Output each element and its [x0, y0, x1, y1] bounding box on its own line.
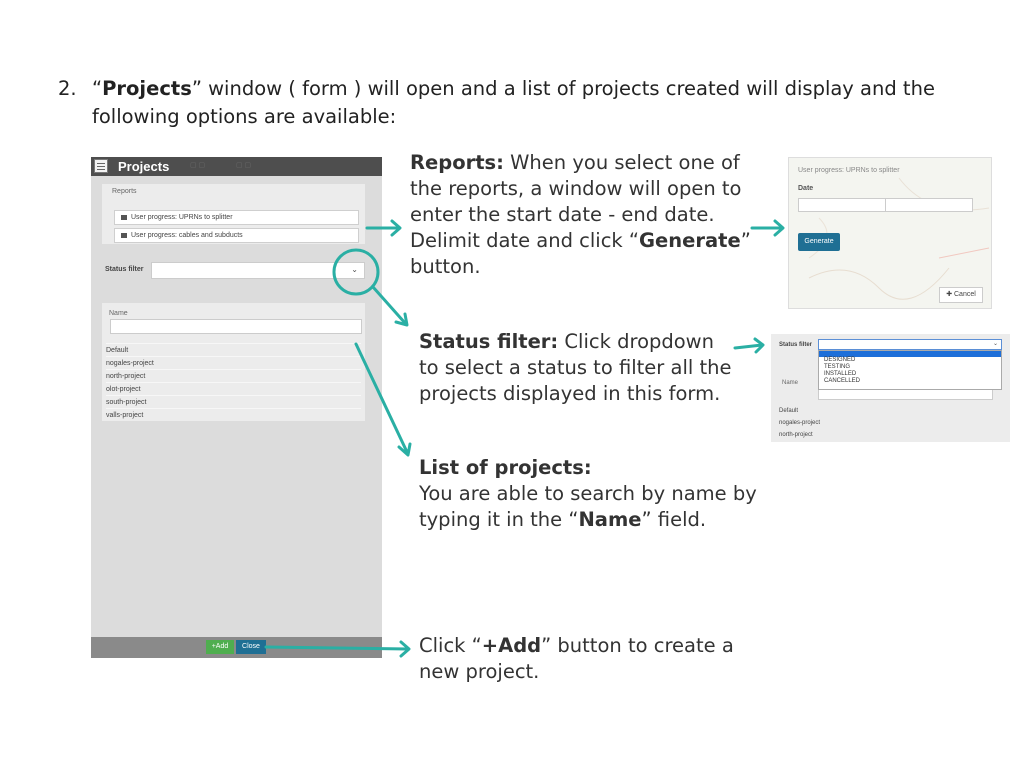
- arrow-status: [371, 285, 407, 325]
- status-filter-highlight-circle: [332, 248, 380, 296]
- arrow-list: [354, 342, 409, 454]
- callout-arrows: [264, 219, 785, 658]
- arrow-status-dialog: [733, 343, 764, 350]
- arrow-add: [264, 645, 410, 651]
